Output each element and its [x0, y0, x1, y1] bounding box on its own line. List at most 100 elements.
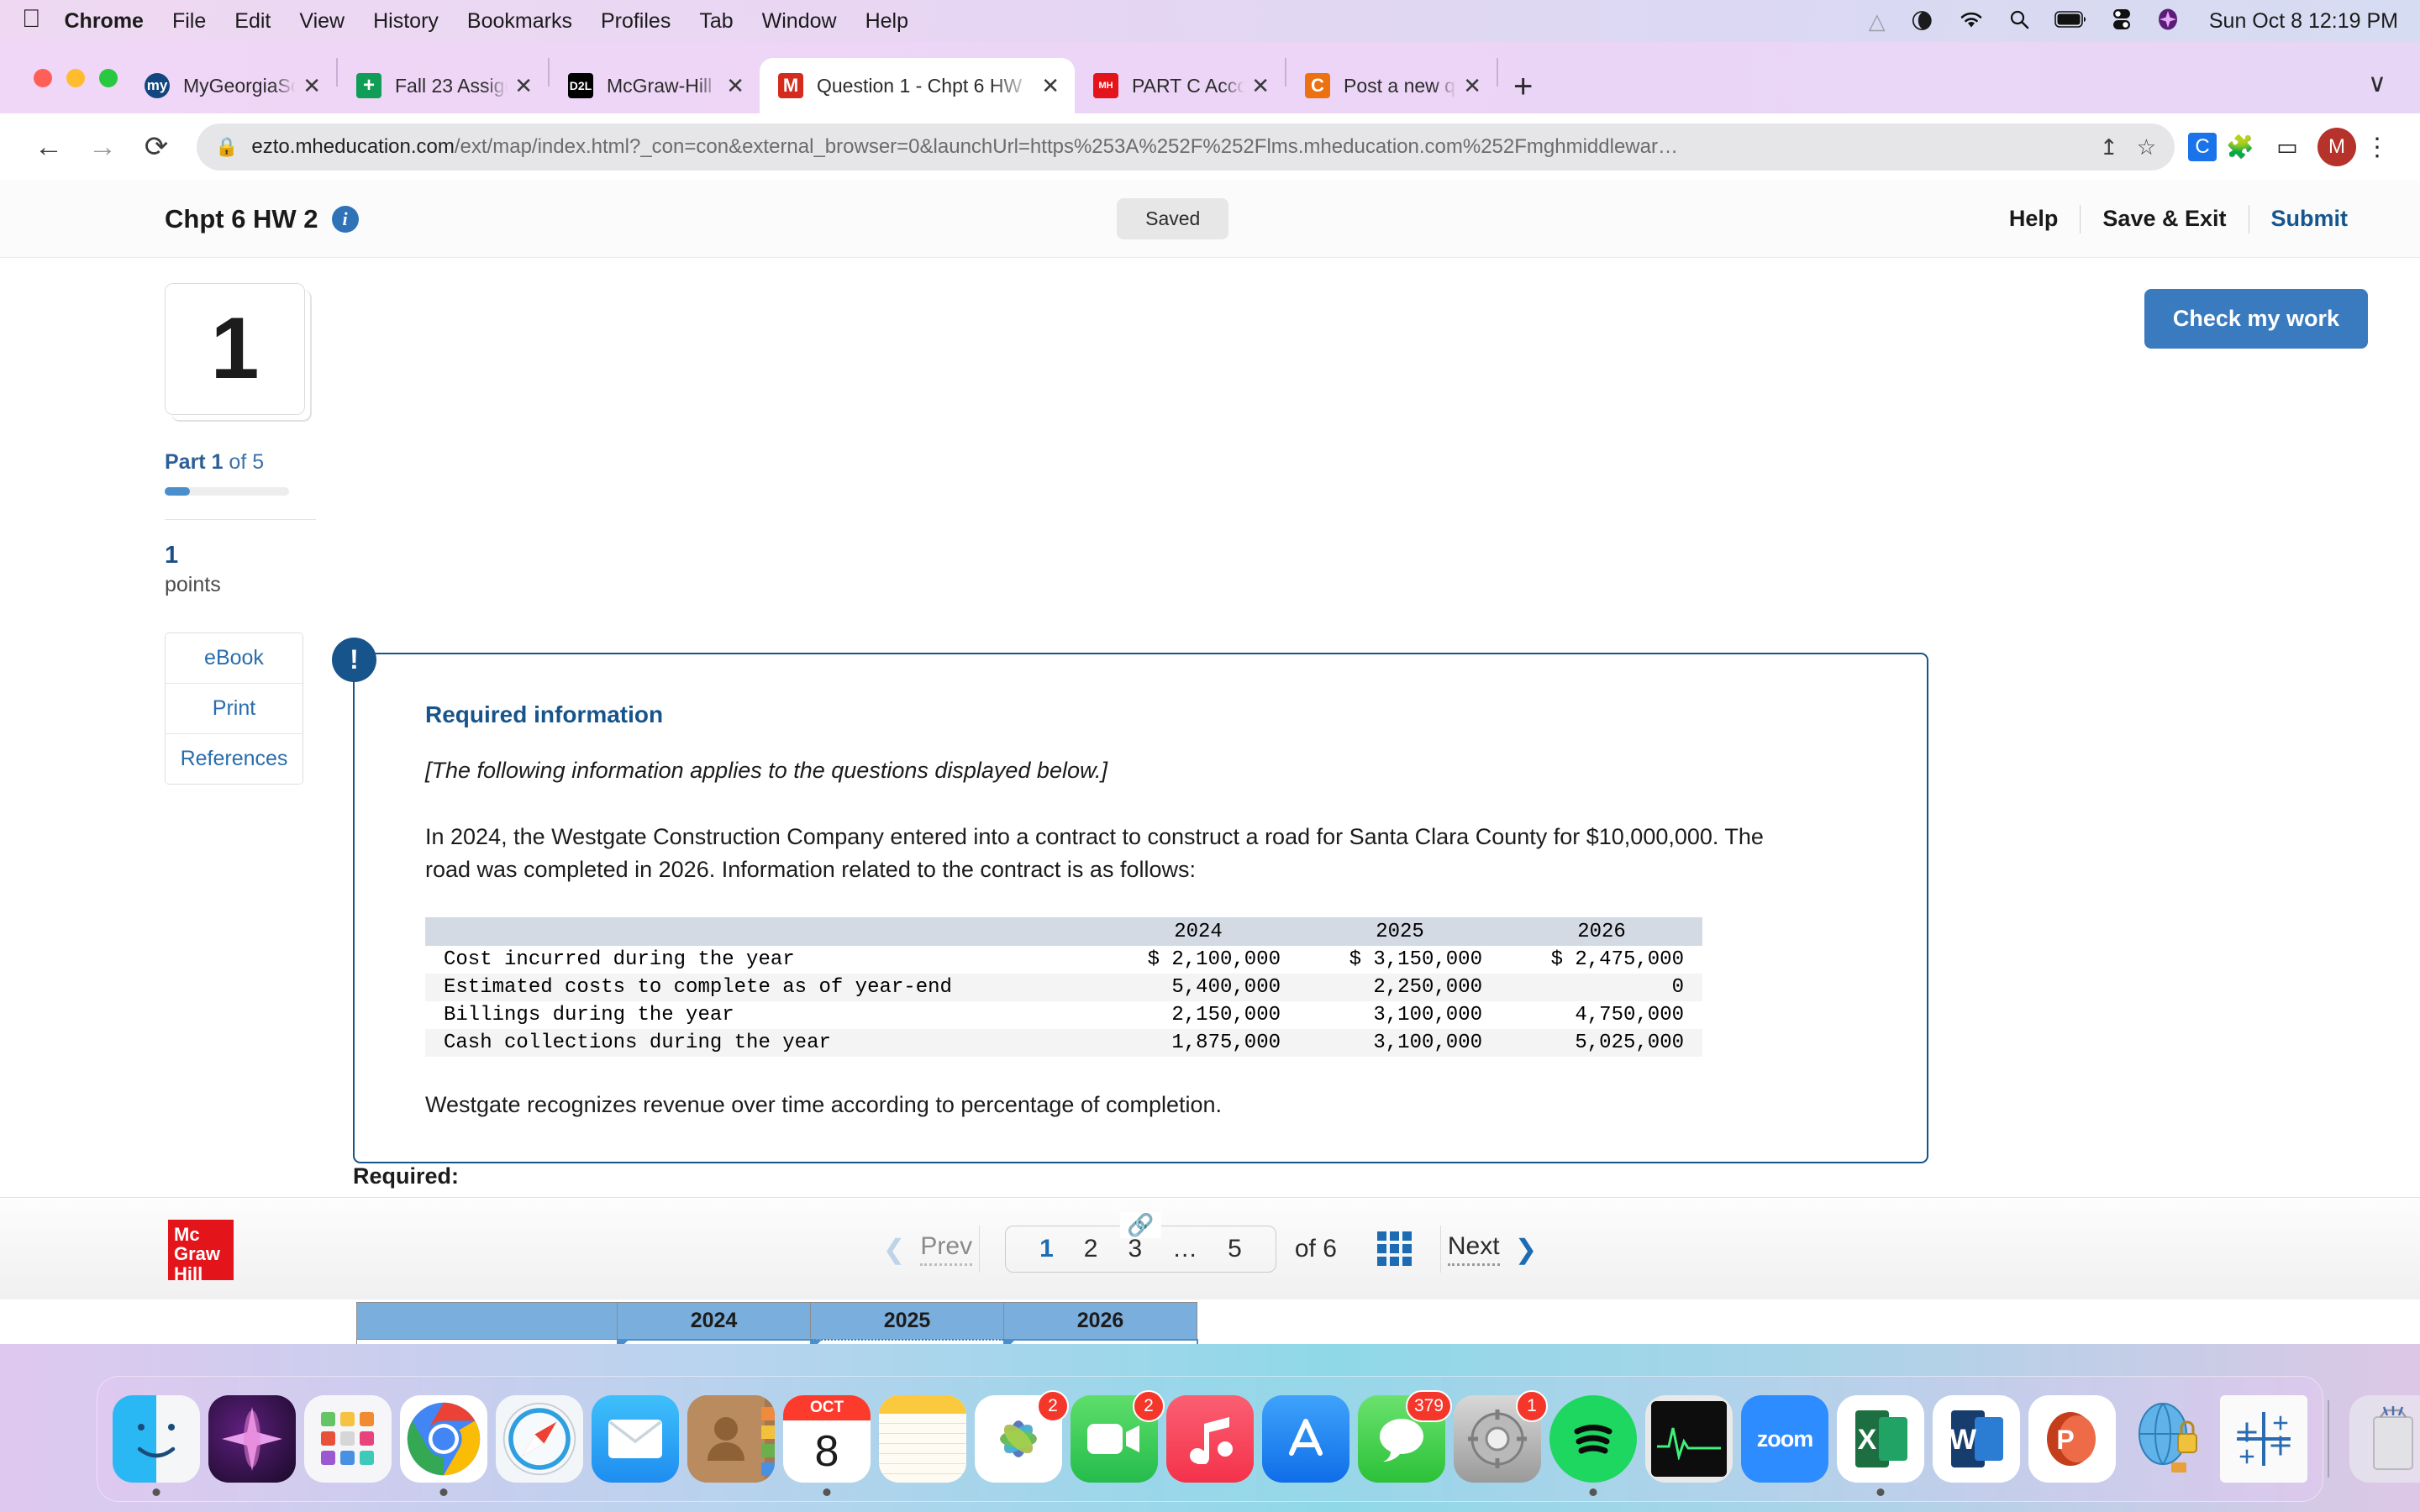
chevron-right-icon[interactable]: ❯: [1515, 1233, 1538, 1265]
cell-2025: 3,100,000: [1299, 1029, 1501, 1058]
check-my-work-button[interactable]: Check my work: [2144, 289, 2368, 349]
help-link[interactable]: Help: [1987, 206, 2081, 232]
dock-item-zoom[interactable]: zoom: [1741, 1395, 1828, 1483]
apple-menu-icon[interactable]: : [22, 5, 41, 34]
references-link[interactable]: References: [166, 734, 302, 784]
dock-item-photos[interactable]: 2: [975, 1390, 1069, 1483]
share-icon[interactable]: ↥: [2100, 134, 2118, 160]
back-button[interactable]: ←: [22, 131, 76, 164]
grid-icon[interactable]: [1376, 1231, 1412, 1266]
tab-mcgraw-hill-connect[interactable]: D2L McGraw-Hill Connect - ✕: [550, 58, 760, 113]
dock-item-mail[interactable]: [592, 1395, 679, 1483]
dock-item-notes[interactable]: [879, 1395, 966, 1483]
dock-item-contacts[interactable]: [687, 1395, 775, 1483]
dock-item-secure-browser[interactable]: [2124, 1395, 2212, 1483]
maximize-window-button[interactable]: [99, 69, 118, 87]
malwarebytes-icon[interactable]: △︎: [1869, 10, 1886, 32]
dock-item-messages[interactable]: 379: [1358, 1390, 1452, 1483]
close-icon[interactable]: ✕: [508, 73, 539, 99]
menu-item-file[interactable]: File: [172, 9, 206, 34]
chrome-menu-icon[interactable]: ⋮: [2356, 133, 2398, 162]
avatar[interactable]: M: [2317, 128, 2356, 166]
submit-link[interactable]: Submit: [2249, 206, 2370, 232]
tab-part-c-accounting[interactable]: MH PART C Accounting for ✕: [1075, 58, 1285, 113]
dock-item-trash[interactable]: [2349, 1395, 2420, 1483]
side-panel-icon[interactable]: ▭: [2264, 134, 2311, 160]
dock-item-tableau[interactable]: [2220, 1395, 2307, 1483]
tab-favicon-d2l: D2L: [568, 73, 593, 98]
menu-bar-status-area: △︎ 🌘︎ Sun Oct 8 12:19 PM: [1869, 8, 2398, 34]
reload-button[interactable]: ⟳: [129, 130, 183, 164]
menu-item-help[interactable]: Help: [865, 9, 908, 34]
moon-icon[interactable]: 🌘︎: [1911, 10, 1933, 32]
siri-icon[interactable]: [2157, 8, 2179, 34]
tab-question-1-chpt-6-hw[interactable]: M Question 1 - Chpt 6 HW ✕: [760, 58, 1075, 113]
ebook-link[interactable]: eBook: [166, 633, 302, 684]
close-icon[interactable]: ✕: [1244, 73, 1276, 99]
dock-item-finder[interactable]: [113, 1395, 200, 1496]
dock-item-spotify[interactable]: [1549, 1395, 1637, 1496]
forward-button[interactable]: →: [76, 131, 129, 164]
tab-favicon-fall23: +: [356, 73, 381, 98]
bookmark-star-icon[interactable]: ☆: [2137, 134, 2156, 160]
menu-bar-clock[interactable]: Sun Oct 8 12:19 PM: [2209, 9, 2398, 34]
save-and-exit-link[interactable]: Save & Exit: [2081, 206, 2248, 232]
cell-2025: 2,250,000: [1299, 974, 1501, 1002]
tab-label: MyGeorgiaSouthern - U: [183, 74, 296, 97]
dock-item-system-settings[interactable]: 1: [1454, 1390, 1548, 1483]
dock-item-calendar[interactable]: OCT 8: [783, 1395, 871, 1496]
menu-item-chrome[interactable]: Chrome: [65, 9, 144, 34]
extensions-puzzle-icon[interactable]: 🧩: [2217, 134, 2264, 160]
search-icon[interactable]: [2009, 9, 2029, 34]
dock-item-appstore[interactable]: [1262, 1395, 1349, 1483]
close-window-button[interactable]: [34, 69, 52, 87]
new-tab-button[interactable]: +: [1513, 70, 1533, 103]
page-3[interactable]: 3: [1113, 1235, 1157, 1263]
dock-item-word[interactable]: W: [1933, 1395, 2020, 1483]
prev-button[interactable]: Prev: [920, 1232, 973, 1266]
column-header-2025: 2025: [1299, 917, 1501, 947]
menu-item-bookmarks[interactable]: Bookmarks: [467, 9, 572, 34]
dock-item-safari[interactable]: [496, 1395, 583, 1483]
menu-item-tab[interactable]: Tab: [699, 9, 733, 34]
menu-item-edit[interactable]: Edit: [234, 9, 271, 34]
menu-item-history[interactable]: History: [373, 9, 439, 34]
chevron-down-icon[interactable]: ∨: [2368, 69, 2386, 98]
dock-item-powerpoint[interactable]: P: [2028, 1395, 2116, 1483]
tab-post-a-new-question[interactable]: C Post a new question ✕: [1286, 58, 1497, 113]
next-button[interactable]: Next: [1447, 1232, 1500, 1266]
info-icon[interactable]: i: [331, 205, 359, 233]
chevron-left-icon[interactable]: ❮: [883, 1233, 906, 1265]
address-bar[interactable]: 🔒 ezto.mheducation.com/ext/map/index.htm…: [197, 123, 2175, 171]
close-icon[interactable]: ✕: [296, 73, 328, 99]
dock-item-music[interactable]: [1166, 1395, 1254, 1483]
page-1[interactable]: 1: [1024, 1235, 1069, 1263]
dock-item-activity-monitor[interactable]: [1645, 1395, 1733, 1483]
dock-item-launchpad[interactable]: [304, 1395, 392, 1483]
close-icon[interactable]: ✕: [1034, 73, 1066, 99]
minimize-window-button[interactable]: [66, 69, 85, 87]
page-2[interactable]: 2: [1069, 1235, 1113, 1263]
wifi-icon[interactable]: [1959, 10, 1984, 33]
close-icon[interactable]: ✕: [1456, 73, 1488, 99]
browser-toolbar: ← → ⟳ 🔒 ezto.mheducation.com/ext/map/ind…: [0, 113, 2420, 181]
tab-fall23-assignment-tracker[interactable]: + Fall 23 Assignment Trac ✕: [338, 58, 548, 113]
control-center-icon[interactable]: [2112, 8, 2132, 34]
table-header-row: 2024 2025 2026: [425, 917, 1702, 947]
menu-item-profiles[interactable]: Profiles: [601, 9, 671, 34]
menu-item-window[interactable]: Window: [762, 9, 837, 34]
dock-item-excel[interactable]: X: [1837, 1395, 1924, 1496]
dock-item-facetime[interactable]: 2: [1071, 1390, 1165, 1483]
chegg-extension-icon[interactable]: C: [2188, 133, 2217, 161]
battery-icon[interactable]: [2054, 10, 2086, 32]
menu-item-view[interactable]: View: [299, 9, 345, 34]
dock-item-siri[interactable]: [208, 1395, 296, 1483]
print-link[interactable]: Print: [166, 684, 302, 734]
close-icon[interactable]: ✕: [719, 73, 751, 99]
page-5[interactable]: 5: [1213, 1235, 1257, 1263]
dock-item-chrome[interactable]: [400, 1395, 487, 1496]
window-traffic-lights[interactable]: [34, 69, 118, 87]
column-header-2024: 2024: [1097, 917, 1299, 947]
tab-mygeorgiasouthern[interactable]: my MyGeorgiaSouthern - U ✕: [126, 58, 336, 113]
part-total: of 5: [223, 450, 265, 474]
